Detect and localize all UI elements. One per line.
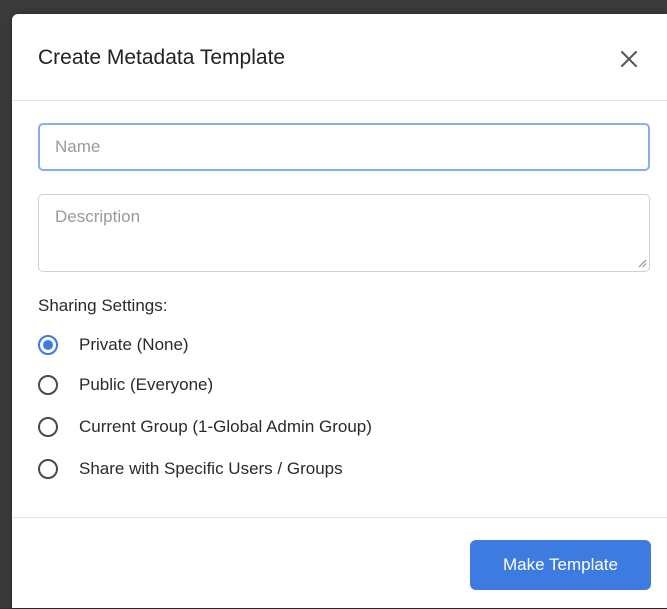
sharing-settings-label: Sharing Settings: (38, 296, 168, 315)
sharing-option-label: Current Group (1-Global Admin Group) (79, 417, 372, 436)
create-template-modal: Create Metadata Template Sharing Setting… (12, 14, 667, 608)
modal-title: Create Metadata Template (38, 46, 286, 69)
resize-handle-icon[interactable] (637, 258, 647, 268)
radio-selected-icon[interactable] (38, 335, 58, 355)
sharing-option-public[interactable]: Public (Everyone) (38, 372, 213, 398)
sharing-option-current-group[interactable]: Current Group (1-Global Admin Group) (38, 414, 372, 440)
sharing-option-private[interactable]: Private (None) (38, 332, 189, 358)
radio-unselected-icon[interactable] (38, 417, 58, 437)
sharing-option-label: Public (Everyone) (79, 375, 214, 394)
sharing-option-label: Private (None) (79, 335, 189, 354)
name-input[interactable] (38, 123, 650, 171)
sharing-option-specific-users[interactable]: Share with Specific Users / Groups (38, 456, 343, 482)
modal-header: Create Metadata Template (12, 14, 667, 101)
radio-unselected-icon[interactable] (38, 375, 58, 395)
description-textarea[interactable] (38, 194, 650, 272)
radio-unselected-icon[interactable] (38, 459, 58, 479)
modal-footer: Make Template (12, 517, 667, 609)
sharing-option-label: Share with Specific Users / Groups (79, 459, 343, 478)
close-icon (621, 51, 637, 67)
make-template-button[interactable]: Make Template (470, 540, 651, 590)
close-button[interactable] (616, 46, 642, 72)
